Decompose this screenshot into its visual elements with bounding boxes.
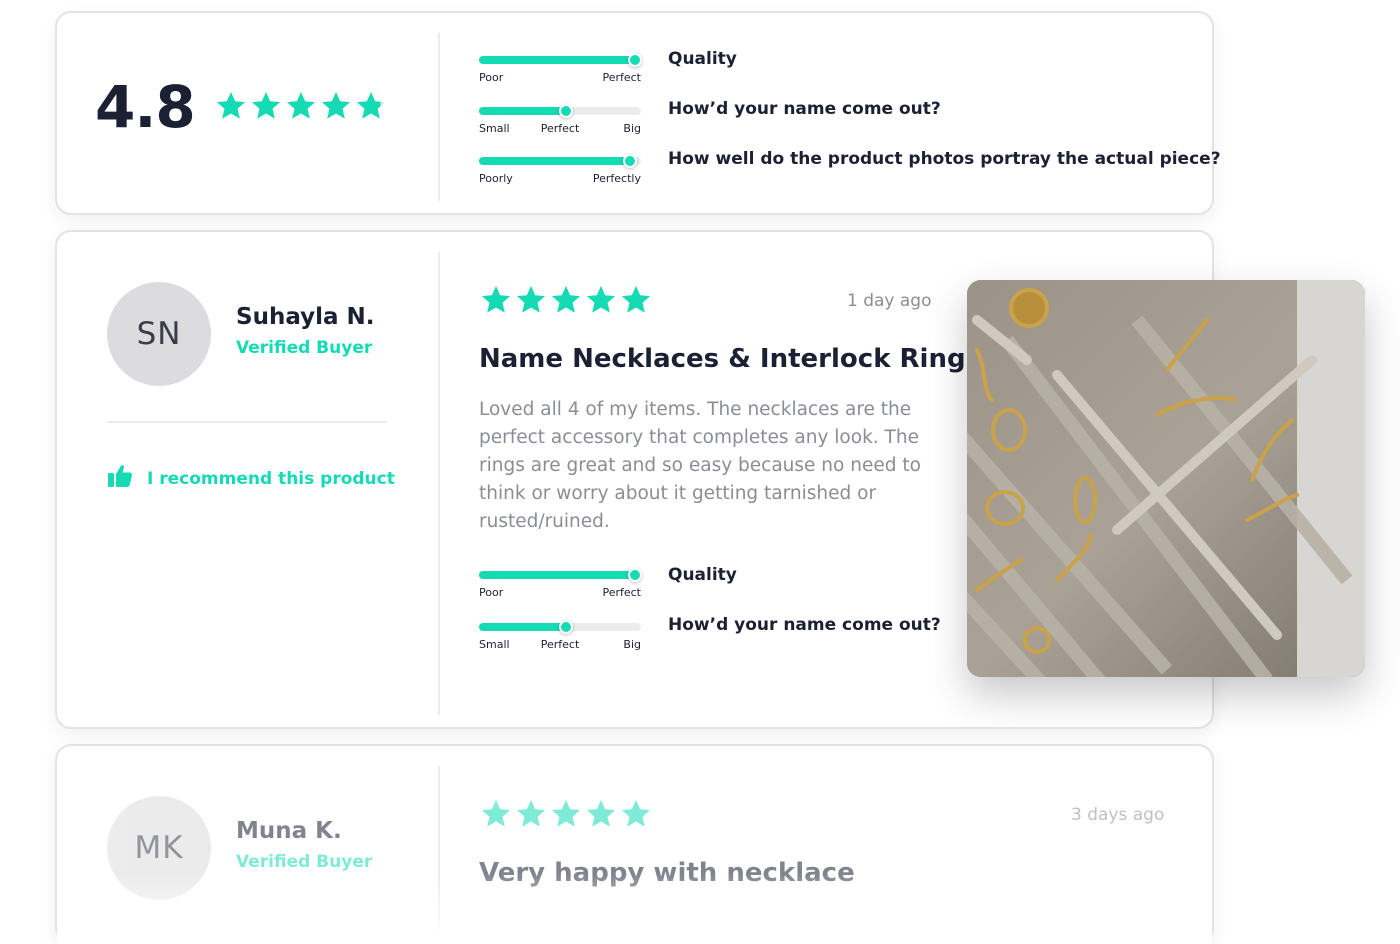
slider-knob	[627, 568, 642, 582]
divider	[438, 252, 440, 715]
slider-min-label: Poorly	[479, 172, 513, 185]
photo-accuracy-question: How well do the product photos portray t…	[668, 149, 1221, 169]
review-stars	[480, 284, 652, 316]
name-fit-slider: Small Perfect Big	[479, 104, 641, 136]
star-icon	[482, 286, 510, 313]
star-icon	[287, 92, 315, 119]
star-icon	[252, 92, 280, 119]
slider-mid-label: Perfect	[540, 122, 580, 135]
star-icon	[517, 286, 545, 313]
divider	[107, 421, 387, 423]
star-icon	[622, 800, 650, 827]
photo-accuracy-slider: Poorly Perfectly	[479, 154, 641, 186]
slider-max-label: Big	[623, 638, 641, 651]
review-title: Name Necklaces & Interlock Rings	[479, 344, 982, 374]
star-icon	[217, 92, 245, 119]
average-rating: 4.8	[95, 73, 196, 141]
name-fit-question: How’d your name come out?	[668, 615, 941, 635]
review-stars	[480, 798, 652, 830]
slider-knob	[559, 620, 574, 634]
reviewer-name: Muna K.	[236, 818, 342, 844]
verified-buyer-badge: Verified Buyer	[236, 338, 373, 358]
slider-knob	[559, 104, 574, 118]
review-card: MK Muna K. Verified Buyer 3 days ago Ver…	[55, 744, 1214, 944]
star-icon	[552, 800, 580, 827]
review-timestamp: 3 days ago	[1071, 805, 1165, 825]
name-fit-slider: Small Perfect Big	[479, 620, 641, 652]
star-icon	[587, 800, 615, 827]
star-icon	[587, 286, 615, 313]
verified-buyer-badge: Verified Buyer	[236, 852, 373, 872]
name-fit-question: How’d your name come out?	[668, 99, 941, 119]
slider-mid-label: Perfect	[540, 638, 580, 651]
slider-min-label: Small	[479, 122, 510, 135]
review-timestamp: 1 day ago	[847, 291, 932, 311]
slider-min-label: Poor	[479, 71, 504, 84]
slider-knob	[627, 53, 642, 67]
recommend-label: I recommend this product	[147, 468, 395, 489]
star-icon	[622, 286, 650, 313]
star-icon	[552, 286, 580, 313]
rating-summary-card: 4.8 Poor Perfect Quality Small Perfect Big …	[55, 11, 1221, 215]
thumbs-up-icon	[107, 464, 133, 493]
quality-question: Quality	[668, 565, 737, 585]
quality-slider: Poor Perfect	[479, 568, 642, 600]
slider-knob	[622, 154, 637, 168]
review-photo[interactable]	[967, 280, 1365, 677]
star-icon	[482, 800, 510, 827]
slider-max-label: Perfectly	[592, 172, 641, 185]
slider-max-label: Big	[623, 122, 641, 135]
star-icon	[357, 92, 385, 119]
divider	[438, 33, 440, 201]
average-rating-stars	[215, 90, 387, 122]
slider-max-label: Perfect	[602, 586, 641, 599]
quality-slider: Poor Perfect	[479, 53, 642, 85]
slider-min-label: Poor	[479, 586, 504, 599]
star-icon	[322, 92, 350, 119]
quality-question: Quality	[668, 49, 737, 69]
recommend-indicator: I recommend this product	[107, 464, 395, 493]
slider-min-label: Small	[479, 638, 510, 651]
avatar: SN	[107, 282, 211, 386]
star-icon	[517, 800, 545, 827]
slider-max-label: Perfect	[602, 71, 641, 84]
reviewer-name: Suhayla N.	[236, 304, 375, 330]
review-body: Loved all 4 of my items. The necklaces a…	[479, 399, 921, 532]
